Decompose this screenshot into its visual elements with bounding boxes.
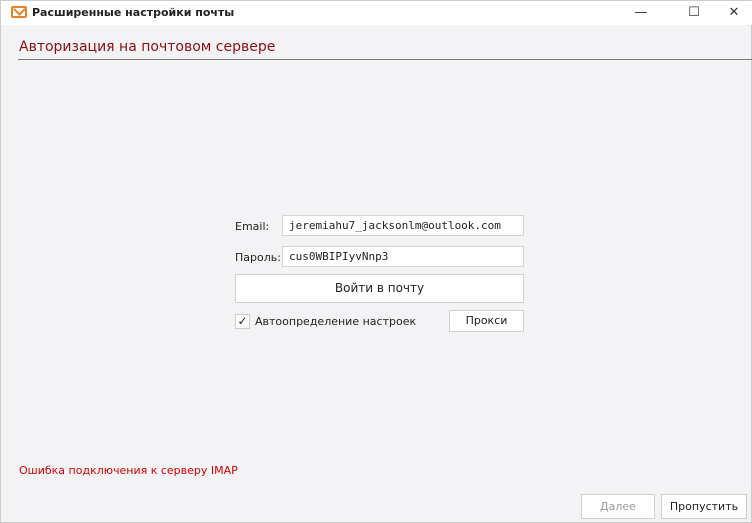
auto-settings-label[interactable]: Автоопределение настроек — [255, 315, 416, 328]
window-title: Расширенные настройки почты — [32, 6, 235, 19]
password-field[interactable]: cus0WBIPIyvNnp3 — [282, 246, 524, 267]
login-button[interactable]: Войти в почту — [235, 274, 524, 303]
proxy-button[interactable]: Прокси — [449, 310, 524, 332]
next-button[interactable]: Далее — [581, 494, 655, 519]
skip-button[interactable]: Пропустить — [661, 494, 747, 519]
title-bar: Расширенные настройки почты — ☐ ✕ — [1, 1, 752, 25]
email-field[interactable]: jeremiahu7_jacksonlm@outlook.com — [282, 215, 524, 236]
error-message: Ошибка подключения к серверу IMAP — [19, 464, 238, 477]
password-label: Пароль: — [235, 251, 281, 264]
minimize-button[interactable]: — — [626, 3, 656, 23]
maximize-button[interactable]: ☐ — [679, 3, 709, 23]
close-button[interactable]: ✕ — [719, 3, 749, 23]
email-label: Email: — [235, 220, 270, 233]
page-title: Авторизация на почтовом сервере — [19, 39, 276, 55]
divider — [18, 59, 752, 60]
auto-settings-checkbox[interactable]: ✓ — [235, 314, 250, 329]
mail-icon — [11, 6, 27, 18]
